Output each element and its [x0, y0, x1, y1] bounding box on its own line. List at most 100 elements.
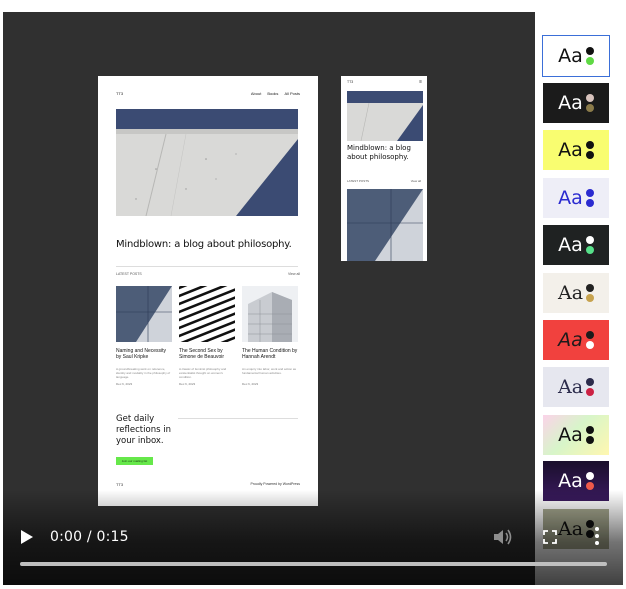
color-dot [585, 331, 594, 339]
swatch-color-dots [585, 426, 594, 444]
style-variation-swatch[interactable]: Aa [543, 320, 609, 360]
color-dot [585, 57, 594, 65]
swatch-color-dots [585, 472, 594, 490]
color-dot [585, 341, 594, 349]
style-variation-swatch[interactable]: Aa [542, 35, 610, 77]
post-date: Dec 6, 2023 [179, 382, 196, 386]
footer-credit: Proudly Powered by WordPress [250, 482, 300, 486]
swatch-typography-sample: Aa [558, 186, 583, 209]
post-thumbnail [242, 286, 298, 342]
site-headline: Mindblown: a blog about philosophy. [347, 144, 411, 161]
more-options-icon [595, 527, 599, 545]
site-nav: About Books All Posts [251, 91, 300, 96]
latest-posts-label: LATEST POSTS [116, 272, 142, 276]
post-card: The Human Condition by Hannah Arendt An … [242, 286, 298, 386]
fullscreen-icon [543, 530, 557, 544]
divider [178, 418, 298, 419]
color-dot [585, 189, 594, 197]
swatch-typography-sample: Aa [558, 44, 583, 67]
post-card: The Second Sex by Simone de Beauvoir A c… [179, 286, 235, 386]
volume-button[interactable] [493, 528, 513, 546]
time-display: 0:00 / 0:15 [50, 529, 129, 545]
post-thumbnail [116, 286, 172, 342]
post-thumbnail [347, 189, 423, 261]
nav-item-all-posts: All Posts [284, 91, 300, 96]
swatch-color-dots [585, 189, 594, 207]
play-icon [21, 530, 33, 544]
swatch-typography-sample: Aa [558, 138, 583, 161]
color-dot [585, 199, 594, 207]
style-variation-swatch[interactable]: Aa [543, 83, 609, 123]
volume-icon [494, 529, 512, 545]
seek-bar[interactable] [20, 562, 607, 566]
color-dot [585, 246, 594, 254]
site-title: TT3 [116, 91, 124, 96]
swatch-color-dots [586, 378, 595, 396]
color-dot [586, 378, 595, 386]
subscribe-button: Join our mailing list [116, 457, 153, 465]
post-excerpt: An enquiry into labor, work and action a… [242, 367, 297, 375]
site-headline: Mindblown: a blog about philosophy. [116, 239, 292, 250]
color-dot [585, 47, 594, 55]
view-all-link: View all [288, 272, 300, 276]
site-title: TT3 [347, 80, 354, 84]
desktop-preview: TT3 About Books All Posts Mindblown: a b… [98, 76, 318, 506]
swatch-typography-sample: Aa [558, 233, 583, 256]
swatch-color-dots [585, 141, 594, 159]
color-dot [585, 94, 594, 102]
latest-posts-label: LATEST POSTS [347, 179, 370, 183]
swatch-color-dots [585, 94, 594, 112]
color-dot [585, 472, 594, 480]
swatch-typography-sample: Aa [558, 328, 583, 351]
nav-item-about: About [250, 91, 262, 96]
color-dot [585, 236, 594, 244]
swatch-color-dots [585, 236, 594, 254]
style-variation-swatch[interactable]: Aa [543, 415, 609, 455]
post-date: Dec 6, 2023 [116, 382, 133, 386]
footer-site-title: TT3 [116, 482, 124, 487]
post-card: Naming and Necessity by Saul Kripke A gr… [116, 286, 172, 386]
post-grid: Naming and Necessity by Saul Kripke A gr… [116, 286, 298, 386]
swatch-color-dots [585, 331, 594, 349]
post-excerpt: A classic of feminist philosophy and exi… [179, 367, 227, 379]
style-variation-swatch[interactable]: Aa [543, 273, 609, 313]
color-dot [585, 436, 594, 444]
swatch-color-dots [586, 284, 595, 302]
color-dot [585, 141, 594, 149]
color-dot [585, 426, 594, 434]
swatch-color-dots [585, 47, 594, 65]
color-dot [586, 284, 595, 292]
post-title: Naming and Necessity by Saul Kripke [116, 348, 167, 360]
more-options-button[interactable] [592, 526, 602, 546]
hero-image [347, 91, 423, 141]
divider [116, 266, 298, 267]
hero-image [116, 109, 298, 216]
color-dot [586, 294, 595, 302]
style-variation-swatch[interactable]: Aa [543, 367, 609, 407]
swatch-typography-sample: Aa [557, 281, 584, 304]
post-date: Dec 6, 2023 [242, 382, 259, 386]
site-header: TT3 About Books All Posts [98, 91, 318, 99]
menu-icon: ≡ [419, 79, 422, 85]
style-variation-swatch[interactable]: Aa [543, 225, 609, 265]
color-dot [585, 151, 594, 159]
color-dot [585, 482, 594, 490]
nav-item-books: Books [267, 91, 279, 96]
swatch-typography-sample: Aa [557, 375, 584, 398]
post-title: The Human Condition by Hannah Arendt [242, 348, 298, 360]
play-button[interactable] [20, 529, 34, 545]
mobile-preview: TT3 ≡ Mindblown: a blog about philosophy… [341, 76, 427, 261]
swatch-typography-sample: Aa [558, 91, 583, 114]
post-excerpt: A groundbreaking work on reference, iden… [116, 367, 171, 379]
style-variation-swatch[interactable]: Aa [543, 178, 609, 218]
view-all-link: View all [410, 179, 421, 183]
color-dot [585, 104, 594, 112]
post-thumbnail [179, 286, 235, 342]
subscribe-heading: Get daily reflections in your inbox. [116, 414, 171, 446]
swatch-typography-sample: Aa [558, 423, 583, 446]
post-title: The Second Sex by Simone de Beauvoir [179, 348, 225, 360]
swatch-typography-sample: Aa [558, 469, 583, 492]
style-variation-swatch[interactable]: Aa [543, 130, 609, 170]
color-dot [586, 388, 595, 396]
fullscreen-button[interactable] [543, 530, 557, 544]
